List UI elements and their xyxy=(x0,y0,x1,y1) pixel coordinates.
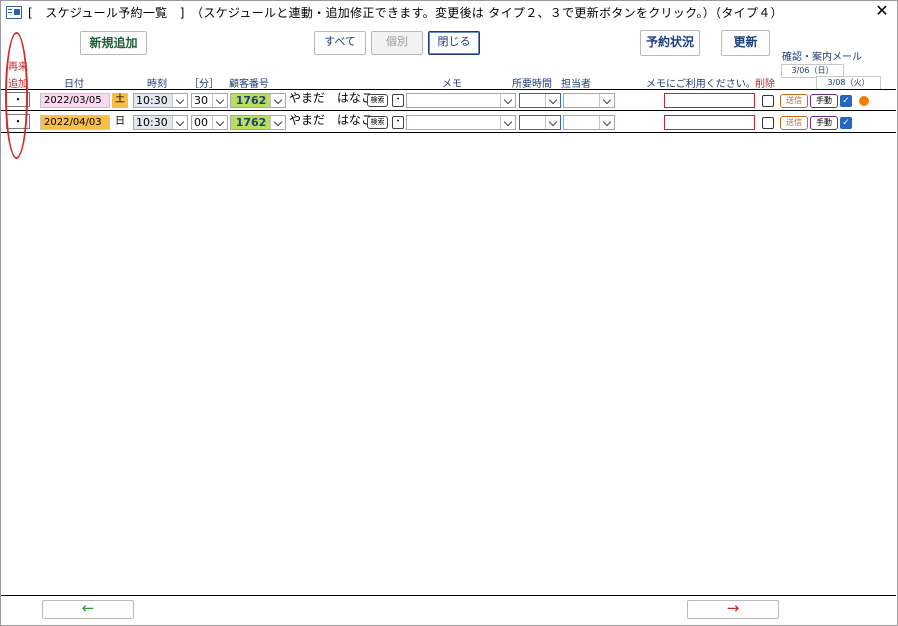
chevron-down-icon[interactable] xyxy=(545,94,560,107)
weekday-label: 土 xyxy=(112,93,128,108)
memo2-header: メモにご利用ください。 xyxy=(646,79,756,90)
time-header: 時刻 xyxy=(147,79,167,90)
footer-divider xyxy=(1,595,896,596)
memo-header: メモ xyxy=(442,79,462,90)
chevron-down-icon[interactable] xyxy=(599,94,614,107)
time-select[interactable]: 10:30 xyxy=(133,115,188,130)
status-dot-icon xyxy=(859,96,869,106)
staff-select[interactable] xyxy=(563,115,615,130)
chevron-down-icon[interactable] xyxy=(545,116,560,129)
duration-select[interactable] xyxy=(519,93,561,108)
delete-checkbox[interactable] xyxy=(762,117,774,129)
minute-value: 00 xyxy=(194,116,208,129)
time-value: 10:30 xyxy=(136,116,168,129)
minute-value: 30 xyxy=(194,94,208,107)
manual-button[interactable]: 手動 xyxy=(810,94,838,108)
individual-button[interactable]: 個別 xyxy=(371,31,423,55)
search-button[interactable]: 検索 xyxy=(367,94,388,107)
minute-select[interactable]: 00 xyxy=(191,115,228,130)
customer-header: 顧客番号 xyxy=(229,79,269,90)
update-button[interactable]: 更新 xyxy=(721,30,770,56)
chevron-down-icon[interactable] xyxy=(500,94,515,107)
all-button[interactable]: すべて xyxy=(314,31,366,55)
form-icon xyxy=(6,6,22,19)
duration-header: 所要時間 xyxy=(512,79,552,90)
mail-checkbox[interactable]: ✓ xyxy=(840,117,852,129)
forward-arrow-button[interactable]: → xyxy=(687,600,779,619)
dot-button[interactable]: ・ xyxy=(392,116,404,129)
customer-name: やまだ はなこ xyxy=(289,91,374,105)
staff-select[interactable] xyxy=(563,93,615,108)
header-divider xyxy=(1,89,896,90)
close-button[interactable]: 閉じる xyxy=(428,31,480,55)
chevron-down-icon[interactable] xyxy=(500,116,515,129)
row-divider xyxy=(1,132,896,133)
date-header: 日付 xyxy=(64,79,84,90)
annotation-ellipse xyxy=(5,32,28,159)
chevron-down-icon[interactable] xyxy=(599,116,614,129)
delete-header: 削除 xyxy=(755,79,775,90)
customer-value: 1762 xyxy=(235,116,267,129)
memo-select[interactable] xyxy=(406,115,516,130)
time-value: 10:30 xyxy=(136,94,168,107)
staff-header: 担当者 xyxy=(561,79,591,90)
dot-button[interactable]: ・ xyxy=(392,94,404,107)
delete-checkbox[interactable] xyxy=(762,95,774,107)
chevron-down-icon[interactable] xyxy=(270,116,285,129)
mail-title: 確認・案内メール xyxy=(782,52,862,63)
memo2-input[interactable] xyxy=(664,115,755,130)
send-button[interactable]: 送信 xyxy=(780,116,808,130)
new-record-button[interactable]: 新規追加 xyxy=(80,31,147,55)
chevron-down-icon[interactable] xyxy=(270,94,285,107)
chevron-down-icon[interactable] xyxy=(212,116,227,129)
date-field[interactable]: 2022/03/05 xyxy=(40,93,110,108)
reservation-status-button[interactable]: 予約状況 xyxy=(640,30,700,56)
minute-select[interactable]: 30 xyxy=(191,93,228,108)
chevron-down-icon[interactable] xyxy=(172,116,187,129)
customer-select[interactable]: 1762 xyxy=(230,115,286,130)
mail-checkbox[interactable]: ✓ xyxy=(840,95,852,107)
chevron-down-icon[interactable] xyxy=(172,94,187,107)
close-icon[interactable]: ✕ xyxy=(874,2,890,20)
chevron-down-icon[interactable] xyxy=(212,94,227,107)
memo2-input[interactable] xyxy=(664,93,755,108)
weekday-label: 日 xyxy=(115,116,125,127)
customer-value: 1762 xyxy=(235,94,267,107)
time-select[interactable]: 10:30 xyxy=(133,93,188,108)
row-divider xyxy=(1,110,896,111)
send-button[interactable]: 送信 xyxy=(780,94,808,108)
duration-select[interactable] xyxy=(519,115,561,130)
minute-header: ［分］ xyxy=(189,79,219,90)
customer-select[interactable]: 1762 xyxy=(230,93,286,108)
window-title: [ スケジュール予約一覧 ] （スケジュールと連動・追加修正できます。変更後は … xyxy=(28,6,783,20)
memo-select[interactable] xyxy=(406,93,516,108)
mail-date-2: 3/08（火） xyxy=(816,76,881,90)
date-field[interactable]: 2022/04/03 xyxy=(40,115,110,130)
search-button[interactable]: 検索 xyxy=(367,116,388,129)
manual-button[interactable]: 手動 xyxy=(810,116,838,130)
back-arrow-button[interactable]: ← xyxy=(42,600,134,619)
customer-name: やまだ はなこ xyxy=(289,113,374,127)
